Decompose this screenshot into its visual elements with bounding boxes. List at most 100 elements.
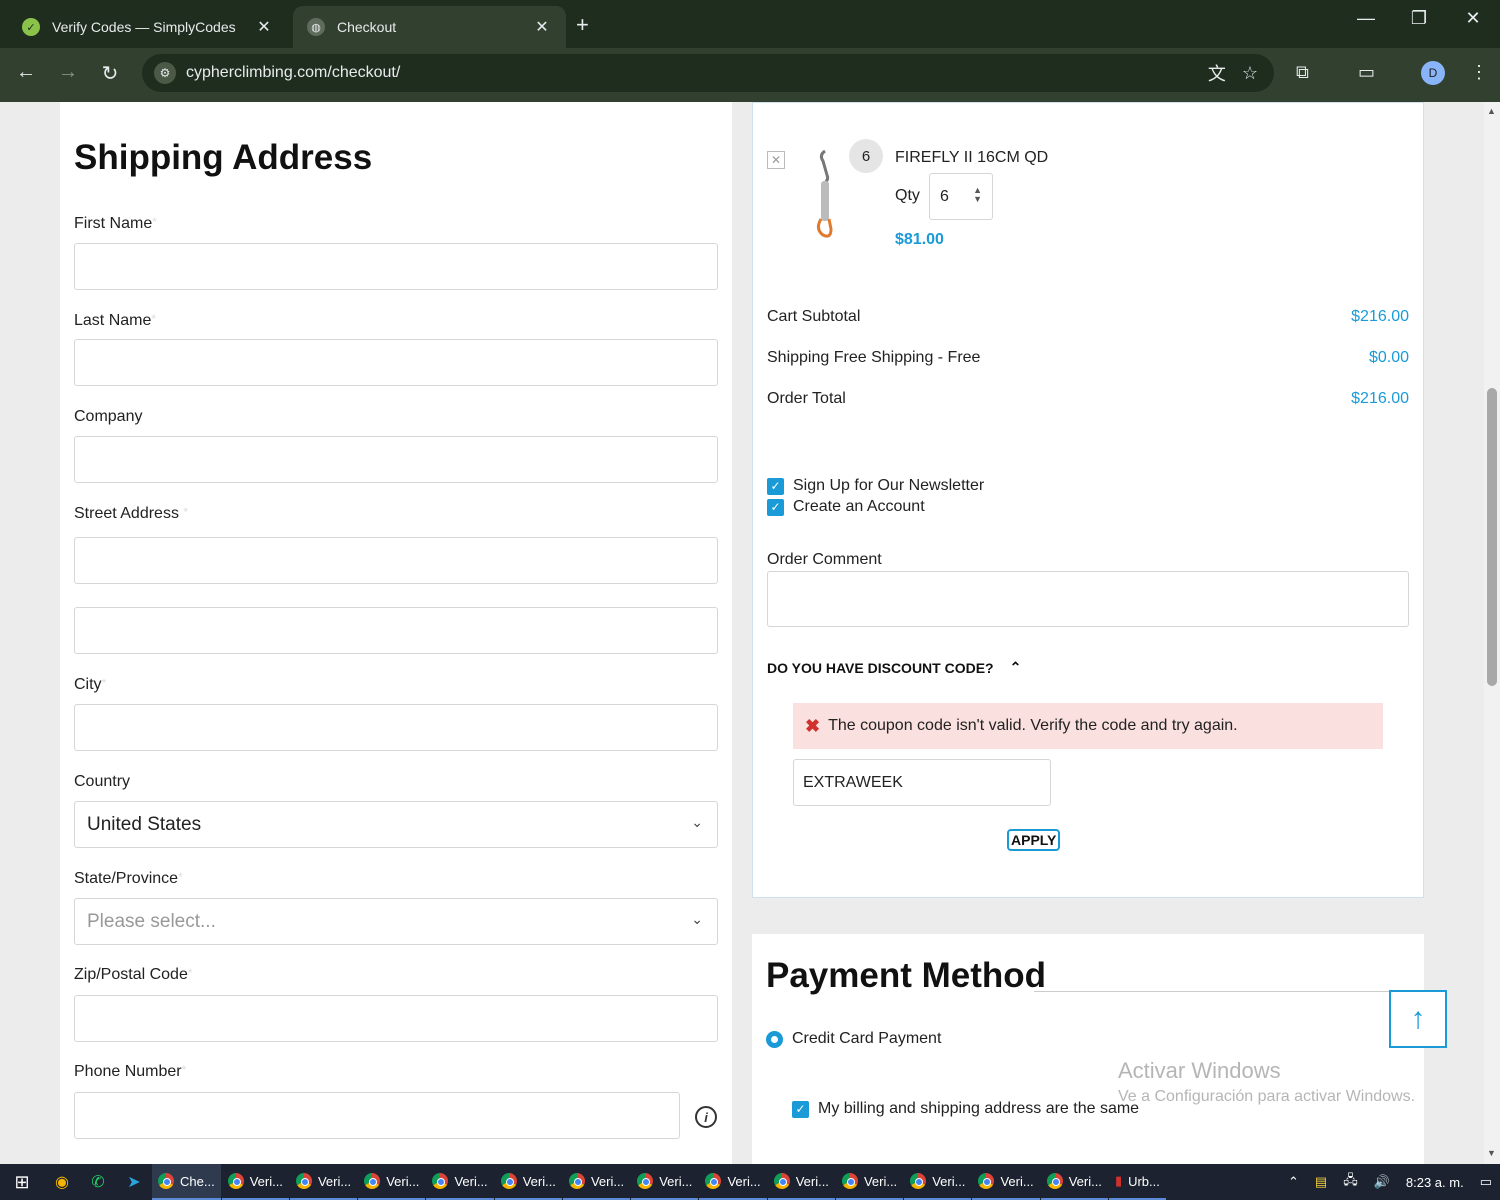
restore-button[interactable]: ❐ — [1399, 8, 1439, 29]
qty-value: 6 — [940, 187, 949, 205]
quantity-stepper[interactable]: 6 ▲ ▼ — [929, 173, 993, 220]
country-select[interactable]: United States ⌄ — [74, 801, 718, 848]
taskbar-app[interactable]: Veri... — [631, 1164, 699, 1200]
taskbar-app[interactable]: Veri... — [426, 1164, 494, 1200]
scrollbar-thumb[interactable] — [1487, 388, 1497, 686]
site-info-icon[interactable]: ⚙ — [154, 62, 176, 84]
taskbar-app[interactable]: Che... — [152, 1164, 221, 1200]
notifications-icon[interactable]: ▭ — [1480, 1174, 1492, 1190]
taskbar-app[interactable]: Veri... — [904, 1164, 972, 1200]
forward-button[interactable]: → — [54, 61, 82, 84]
extensions-icon[interactable]: ⧉ — [1296, 62, 1309, 83]
total-label: Cart Subtotal — [767, 308, 861, 325]
chevron-down-icon: ⌄ — [691, 814, 703, 830]
radio-selected-icon — [766, 1030, 783, 1048]
stepper-arrows-icon[interactable]: ▲ ▼ — [973, 186, 982, 204]
bookmark-star-icon[interactable]: ☆ — [1242, 63, 1258, 84]
minimize-button[interactable]: — — [1346, 8, 1386, 29]
apply-button[interactable]: APPLY — [1007, 829, 1061, 851]
taskbar-app[interactable]: Veri... — [835, 1164, 904, 1200]
address-bar[interactable]: ⚙ cypherclimbing.com/checkout/ 文 ☆ — [142, 54, 1274, 92]
coupon-input[interactable]: EXTRAWEEK — [793, 759, 1051, 806]
page-scrollbar[interactable]: ▲ ▼ — [1484, 102, 1500, 1164]
windows-taskbar: ⊞ ◉ ✆ ➤ Che... Veri... Veri... Veri... V… — [0, 1164, 1500, 1200]
scroll-down-icon[interactable]: ▼ — [1487, 1148, 1496, 1158]
close-tab-icon[interactable]: ✕ — [254, 17, 274, 37]
billing-same-label: My billing and shipping address are the … — [818, 1100, 1140, 1117]
checkout-page: Shipping Address First Name* Last Name* … — [0, 102, 1484, 1164]
reload-button[interactable]: ↻ — [96, 61, 124, 86]
state-select[interactable]: Please select... ⌄ — [74, 898, 718, 945]
shipping-address-section: Shipping Address First Name* Last Name* … — [60, 102, 732, 1164]
taskbar-app[interactable]: Veri... — [699, 1164, 767, 1200]
taskbar-app[interactable]: Veri... — [358, 1164, 426, 1200]
scroll-to-top-button[interactable]: ↑ — [1389, 990, 1447, 1048]
url-text[interactable]: cypherclimbing.com/checkout/ — [186, 64, 1208, 82]
back-button[interactable]: ← — [12, 61, 40, 84]
close-window-button[interactable]: ✕ — [1453, 8, 1493, 29]
billing-same-checkbox[interactable]: ✓ My billing and shipping address are th… — [792, 1100, 1139, 1118]
windows-start-icon[interactable]: ⊞ — [0, 1172, 44, 1193]
create-account-checkbox[interactable]: ✓ Create an Account — [767, 498, 925, 516]
taskbar-app[interactable]: Veri... — [1040, 1164, 1108, 1200]
checkmark-icon: ✓ — [792, 1100, 809, 1118]
chrome-icon — [978, 1173, 995, 1189]
newsletter-checkbox[interactable]: ✓ Sign Up for Our Newsletter — [767, 477, 984, 495]
company-input[interactable] — [74, 436, 718, 483]
chrome-icon — [637, 1173, 654, 1189]
translate-icon[interactable]: 文 — [1208, 60, 1226, 86]
last-name-input[interactable] — [74, 339, 718, 386]
taskbar-app[interactable]: Veri... — [494, 1164, 562, 1200]
coupon-value: EXTRAWEEK — [803, 773, 903, 791]
state-label: State/Province* — [74, 870, 183, 887]
chevron-down-icon: ⌄ — [691, 911, 703, 927]
street-address-line1-input[interactable] — [74, 537, 718, 584]
clock[interactable]: 8:23 a. m. — [1406, 1175, 1464, 1190]
tab-checkout[interactable]: ◍ Checkout ✕ — [293, 6, 566, 48]
credit-card-radio[interactable]: Credit Card Payment — [766, 1030, 941, 1048]
phone-input[interactable] — [74, 1092, 680, 1139]
new-tab-button[interactable]: + — [576, 12, 589, 38]
payment-title: Payment Method — [766, 956, 1047, 995]
checkmark-icon: ✓ — [767, 498, 784, 516]
menu-icon[interactable]: ⋮ — [1470, 62, 1488, 83]
state-placeholder: Please select... — [87, 910, 216, 932]
discount-toggle[interactable]: DO YOU HAVE DISCOUNT CODE? ⌃ — [767, 659, 1021, 676]
error-x-icon: ✖ — [805, 715, 821, 736]
checkmark-icon: ✓ — [767, 477, 784, 495]
zip-input[interactable] — [74, 995, 718, 1042]
page-title: Shipping Address — [74, 138, 373, 177]
simplycodes-icon: ✓ — [22, 18, 40, 36]
company-label: Company — [74, 408, 143, 425]
taskbar-app[interactable]: Veri... — [562, 1164, 631, 1200]
divider — [1034, 991, 1412, 992]
chrome-icon — [295, 1173, 312, 1189]
tab-verify-codes[interactable]: ✓ Verify Codes — SimplyCodes ✕ — [8, 6, 288, 48]
order-comment-textarea[interactable] — [767, 571, 1409, 627]
tab-search-icon[interactable]: ▭ — [1358, 62, 1375, 83]
first-name-input[interactable] — [74, 243, 718, 290]
city-label: City* — [74, 676, 107, 693]
street-address-line2-input[interactable] — [74, 607, 718, 654]
city-input[interactable] — [74, 704, 718, 751]
chrome-icon — [227, 1173, 244, 1189]
volume-icon[interactable]: 🔊 — [1374, 1174, 1390, 1190]
tab-strip: ✓ Verify Codes — SimplyCodes ✕ ◍ Checkou… — [0, 0, 1500, 48]
network-icon[interactable]: 🖧 — [1343, 1171, 1358, 1193]
chrome-pinned-icon[interactable]: ◉ — [44, 1172, 80, 1192]
zip-label: Zip/Postal Code* — [74, 966, 193, 983]
telegram-icon[interactable]: ➤ — [116, 1172, 152, 1192]
scroll-up-icon[interactable]: ▲ — [1487, 106, 1496, 116]
remove-item-icon[interactable]: ✕ — [767, 151, 785, 169]
profile-avatar[interactable]: D — [1421, 61, 1445, 85]
close-tab-icon[interactable]: ✕ — [532, 17, 552, 37]
notes-icon[interactable]: ▤ — [1315, 1174, 1327, 1190]
taskbar-app[interactable]: Veri... — [221, 1164, 289, 1200]
taskbar-app[interactable]: Veri... — [289, 1164, 358, 1200]
taskbar-app[interactable]: Veri... — [767, 1164, 835, 1200]
info-icon[interactable]: i — [695, 1106, 717, 1128]
whatsapp-icon[interactable]: ✆ — [80, 1172, 116, 1192]
chevron-up-icon[interactable]: ⌃ — [1288, 1174, 1299, 1190]
taskbar-app[interactable]: ▮ Urb... — [1108, 1164, 1166, 1200]
taskbar-app[interactable]: Veri... — [972, 1164, 1040, 1200]
